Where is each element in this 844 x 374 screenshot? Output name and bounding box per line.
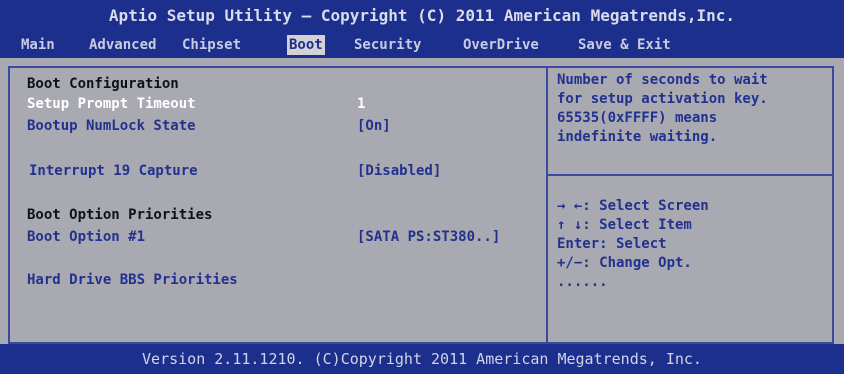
tab-advanced[interactable]: Advanced — [87, 35, 158, 55]
help-line: Number of seconds to wait — [557, 72, 768, 88]
interrupt-19-capture-value[interactable]: [Disabled] — [357, 162, 441, 180]
window-title: Aptio Setup Utility – Copyright (C) 2011… — [0, 0, 844, 32]
hard-drive-bbs-priorities-link[interactable]: Hard Drive BBS Priorities — [27, 271, 238, 289]
bootup-numlock-state-label[interactable]: Bootup NumLock State — [27, 117, 196, 135]
key-change-option: +/−: Change Opt. — [557, 255, 692, 271]
boot-option-1-label[interactable]: Boot Option #1 — [27, 228, 145, 246]
help-line: for setup activation key. — [557, 91, 768, 107]
key-enter-select: Enter: Select — [557, 236, 667, 252]
panel-divider — [546, 68, 548, 344]
tab-save-exit[interactable]: Save & Exit — [576, 35, 673, 55]
key-more: ...... — [557, 274, 608, 290]
interrupt-19-capture-label[interactable]: Interrupt 19 Capture — [29, 162, 198, 180]
help-text: Number of seconds to wait for setup acti… — [557, 71, 832, 147]
help-line: 65535(0xFFFF) means — [557, 110, 718, 126]
key-legend: → ←: Select Screen ↑ ↓: Select Item Ente… — [557, 197, 709, 292]
setup-prompt-timeout-label[interactable]: Setup Prompt Timeout — [27, 95, 196, 113]
setup-prompt-timeout-value[interactable]: 1 — [357, 95, 365, 113]
tab-boot[interactable]: Boot — [287, 35, 325, 55]
help-divider — [548, 174, 834, 176]
tab-overdrive[interactable]: OverDrive — [461, 35, 541, 55]
boot-configuration-heading: Boot Configuration — [27, 76, 179, 92]
boot-option-1-value[interactable]: [SATA PS:ST380..] — [357, 228, 500, 246]
boot-option-priorities-heading: Boot Option Priorities — [27, 207, 213, 223]
help-line: indefinite waiting. — [557, 129, 718, 145]
key-select-item: ↑ ↓: Select Item — [557, 217, 692, 233]
key-select-screen: → ←: Select Screen — [557, 198, 709, 214]
version-footer: Version 2.11.1210. (C)Copyright 2011 Ame… — [0, 344, 844, 374]
tab-security[interactable]: Security — [352, 35, 423, 55]
tab-chipset[interactable]: Chipset — [180, 35, 243, 55]
tab-main[interactable]: Main — [19, 35, 57, 55]
menu-bar: Main Advanced Chipset Boot Security Over… — [0, 32, 844, 58]
bootup-numlock-state-value[interactable]: [On] — [357, 117, 391, 135]
